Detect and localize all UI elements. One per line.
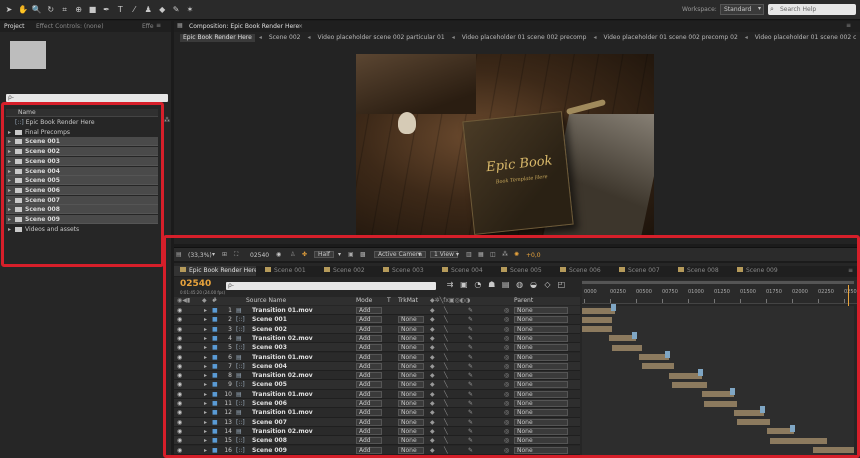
background-books [356, 54, 476, 114]
composition-panel: ▦ Composition: Epic Book Render Here × ≡… [174, 21, 860, 259]
workspace-label: Workspace: [682, 6, 717, 13]
hand-tool-icon[interactable]: ✋ [17, 4, 29, 16]
breadcrumb-item[interactable]: Video placeholder 01 scene 002 precomp [459, 34, 590, 42]
search-help-placeholder: Search Help [780, 6, 817, 13]
tools-toolbar: ➤ ✋ 🔍 ↻ ⌗ ⊕ ■ ✒ T ⁄ ♟ ◆ ✎ ✶ Workspace: S… [0, 0, 860, 20]
annotation-box-timeline [163, 235, 860, 458]
chevron-down-icon: ▾ [758, 5, 762, 12]
breadcrumb-item[interactable]: Epic Book Render Here [180, 34, 255, 42]
type-tool-icon[interactable]: T [114, 4, 126, 16]
flowchart-icon[interactable]: ⁂ [164, 117, 170, 124]
tab-effects[interactable]: Effe [142, 23, 154, 30]
breadcrumb: Epic Book Render Here ◂ Scene 002 ◂ Video pl… [180, 34, 856, 44]
eraser-tool-icon[interactable]: ◆ [156, 4, 168, 16]
search-icon: ⌕ [770, 5, 774, 13]
epic-book-cover: Epic Book Book Template Here [462, 111, 574, 235]
panel-menu-icon[interactable]: ≡ [846, 22, 851, 29]
breadcrumb-separator-icon: ◂ [451, 34, 455, 41]
composition-tab[interactable]: Composition: Epic Book Render Here [189, 23, 299, 30]
project-search-input[interactable]: ρ- [6, 94, 168, 102]
breadcrumb-separator-icon: ◂ [258, 34, 262, 41]
roto-brush-tool-icon[interactable]: ✎ [170, 4, 182, 16]
rotate-tool-icon[interactable]: ↻ [45, 4, 57, 16]
breadcrumb-item[interactable]: Video placeholder 01 scene 002 precomp 0… [600, 34, 740, 42]
close-icon[interactable]: × [298, 23, 303, 30]
selection-tool-icon[interactable]: ➤ [3, 4, 15, 16]
breadcrumb-separator-icon: ◂ [593, 34, 597, 41]
pan-behind-tool-icon[interactable]: ⊕ [73, 4, 85, 16]
search-help-field[interactable]: ⌕ Search Help [768, 4, 856, 15]
book-subtitle: Book Template Here [495, 173, 548, 186]
breadcrumb-separator-icon: ◂ [307, 34, 311, 41]
composition-tab-bar: ▦ Composition: Epic Book Render Here × ≡ [174, 21, 860, 32]
project-search-placeholder: ρ- [8, 94, 14, 101]
project-panel: Project Effect Controls: (none) Effe ≡ ρ… [0, 21, 171, 458]
breadcrumb-separator-icon: ◂ [744, 34, 748, 41]
clone-stamp-tool-icon[interactable]: ♟ [142, 4, 154, 16]
zoom-tool-icon[interactable]: 🔍 [31, 4, 43, 16]
book-title: Epic Book [485, 153, 554, 176]
project-panel-tabs: Project Effect Controls: (none) Effe ≡ [0, 21, 171, 32]
breadcrumb-item[interactable]: Video placeholder 01 scene 002 change he… [752, 34, 856, 42]
panel-menu-icon[interactable]: ≡ [156, 22, 161, 29]
composition-tab-icon: ▦ [177, 22, 183, 29]
breadcrumb-item[interactable]: Video placeholder scene 002 particular 0… [315, 34, 448, 42]
ink-bottle [398, 112, 416, 134]
tab-effect-controls[interactable]: Effect Controls: (none) [36, 23, 104, 30]
tab-project[interactable]: Project [4, 23, 25, 30]
puppet-tool-icon[interactable]: ✶ [184, 4, 196, 16]
thumbnail-preview [10, 41, 46, 69]
timeline-panel: Epic Book Render Here ×Scene 001Scene 00… [163, 235, 860, 458]
camera-tool-icon[interactable]: ⌗ [59, 4, 71, 16]
breadcrumb-item[interactable]: Scene 002 [266, 34, 304, 42]
brush-tool-icon[interactable]: ⁄ [128, 4, 140, 16]
composition-viewer[interactable]: Epic Book Book Template Here [356, 54, 654, 238]
pen-tool-icon[interactable]: ✒ [100, 4, 112, 16]
annotation-box-project [1, 102, 164, 267]
rectangle-tool-icon[interactable]: ■ [87, 4, 99, 16]
tool-group: ➤ ✋ 🔍 ↻ ⌗ ⊕ ■ ✒ T ⁄ ♟ ◆ ✎ ✶ [3, 4, 196, 16]
